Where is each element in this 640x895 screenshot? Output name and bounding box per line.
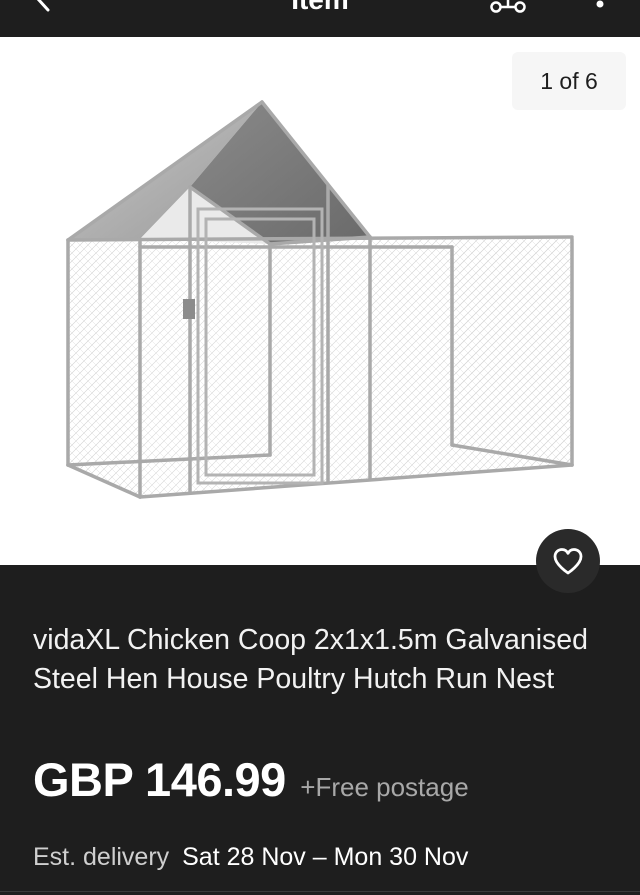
divider xyxy=(0,891,640,892)
watchlist-button[interactable] xyxy=(536,529,600,593)
roof xyxy=(68,102,370,244)
share-icon[interactable] xyxy=(490,0,526,18)
price-row: GBP 146.99 +Free postage xyxy=(33,752,633,812)
mesh-walls xyxy=(68,237,572,497)
delivery-label: Est. delivery xyxy=(33,843,170,871)
page-title: Item xyxy=(0,0,640,14)
image-counter: 1 of 6 xyxy=(512,52,626,110)
delivery-dates: Sat 28 Nov – Mon 30 Nov xyxy=(182,843,469,871)
postage-info: +Free postage xyxy=(300,772,469,802)
product-image[interactable] xyxy=(0,37,640,565)
item-price: GBP 146.99 xyxy=(33,753,286,806)
estimated-delivery: Est. delivery Sat 28 Nov – Mon 30 Nov xyxy=(33,843,468,872)
more-vertical-icon[interactable] xyxy=(590,0,610,12)
top-navigation-bar: Item xyxy=(0,0,640,37)
product-image-gallery[interactable]: 1 of 6 xyxy=(0,37,640,565)
heart-icon xyxy=(553,548,583,575)
listing-title: vidaXL Chicken Coop 2x1x1.5m Galvanised … xyxy=(33,624,588,695)
door-latch xyxy=(183,299,195,319)
